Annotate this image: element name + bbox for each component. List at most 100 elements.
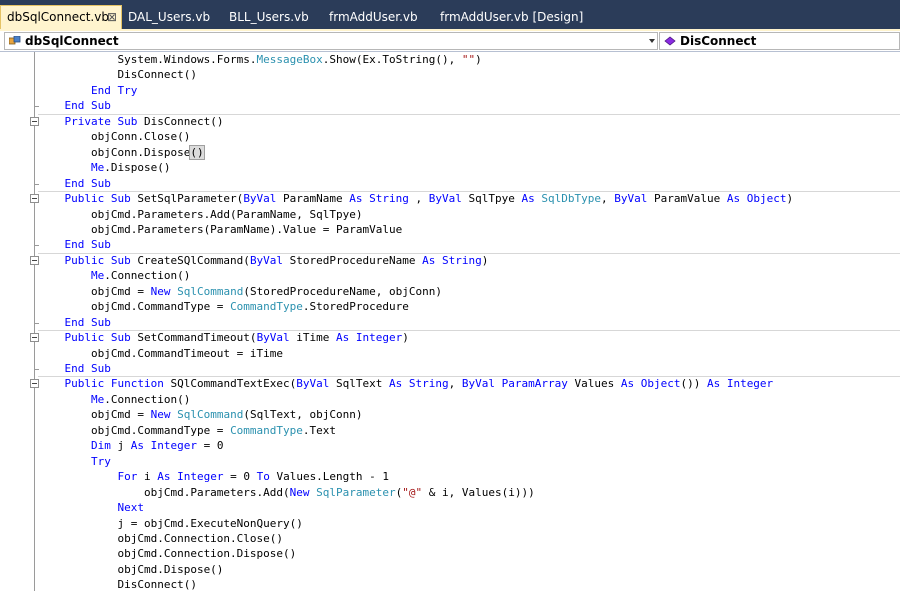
code-token: ByVal bbox=[256, 331, 290, 345]
code-token: objCmd = bbox=[38, 284, 151, 298]
outline-end-tick bbox=[34, 106, 39, 108]
code-line[interactable]: Public Sub CreateSQlCommand(ByVal Stored… bbox=[38, 253, 488, 268]
code-line[interactable]: objCmd.Dispose() bbox=[38, 562, 223, 577]
text-caret bbox=[203, 146, 205, 160]
code-line[interactable]: objCmd = New SqlCommand(StoredProcedureN… bbox=[38, 284, 442, 299]
collapse-icon[interactable] bbox=[30, 116, 39, 126]
code-token: DisConnect() bbox=[38, 68, 197, 82]
tab-dbsqlconnect[interactable]: dbSqlConnect.vb ⊠ bbox=[0, 5, 122, 29]
code-token: objCmd.Connection.Close() bbox=[38, 531, 284, 545]
code-line[interactable]: objCmd.CommandType = CommandType.StoredP… bbox=[38, 299, 409, 314]
procedure-separator bbox=[38, 252, 900, 254]
code-line[interactable]: System.Windows.Forms.MessageBox.Show(Ex.… bbox=[38, 52, 481, 67]
code-line[interactable]: End Sub bbox=[38, 176, 110, 191]
code-line[interactable]: DisConnect() bbox=[38, 67, 197, 82]
collapse-icon[interactable] bbox=[30, 255, 39, 265]
code-token: ParamValue bbox=[647, 192, 727, 206]
code-line[interactable]: objCmd = New SqlCommand(SqlText, objConn… bbox=[38, 407, 363, 422]
code-token: ByVal bbox=[243, 192, 277, 206]
code-line[interactable]: Me.Connection() bbox=[38, 268, 190, 283]
code-token: objCmd.Dispose() bbox=[38, 562, 224, 576]
outlining-line bbox=[34, 52, 35, 591]
code-line[interactable]: objCmd.Parameters.Add(ParamName, SqlTpye… bbox=[38, 207, 363, 222]
code-token: SqlText bbox=[329, 377, 390, 391]
tab-frmadduser[interactable]: frmAddUser.vb bbox=[329, 6, 418, 29]
code-token: ParamName bbox=[276, 192, 350, 206]
code-line[interactable]: Me.Connection() bbox=[38, 392, 190, 407]
code-token: As Integer bbox=[157, 470, 224, 484]
code-token: ByVal bbox=[428, 192, 462, 206]
code-line[interactable]: objCmd.Connection.Close() bbox=[38, 531, 283, 546]
code-token: Me bbox=[38, 269, 105, 283]
code-token: ()) bbox=[680, 377, 707, 391]
code-line[interactable]: objCmd.CommandType = CommandType.Text bbox=[38, 423, 336, 438]
code-token: As Integer bbox=[336, 331, 403, 345]
code-line[interactable]: End Sub bbox=[38, 315, 110, 330]
code-token: SqlTpye bbox=[461, 192, 522, 206]
code-token: = 0 bbox=[196, 439, 224, 453]
code-token: ByVal bbox=[296, 377, 330, 391]
code-token: Public Function bbox=[38, 377, 164, 391]
code-line[interactable]: End Sub bbox=[38, 237, 110, 252]
code-line[interactable]: Private Sub DisConnect() bbox=[38, 114, 223, 129]
code-line[interactable]: End Sub bbox=[38, 361, 110, 376]
outline-end-tick bbox=[34, 183, 39, 185]
code-line[interactable]: For i As Integer = 0 To Values.Length - … bbox=[38, 469, 389, 484]
collapse-icon[interactable] bbox=[30, 379, 39, 389]
code-line[interactable]: Dim j As Integer = 0 bbox=[38, 438, 224, 453]
code-line[interactable]: DisConnect() bbox=[38, 577, 196, 591]
code-line[interactable]: Public Sub SetCommandTimeout(ByVal iTime… bbox=[38, 330, 408, 345]
member-combo[interactable]: DisConnect bbox=[659, 32, 900, 50]
code-line[interactable]: objCmd.CommandTimeout = iTime bbox=[38, 346, 283, 361]
code-token: objCmd.Parameters.Add( bbox=[38, 485, 290, 499]
code-token: ByVal bbox=[249, 253, 284, 267]
code-token: objCmd.Parameters.Add(ParamName, SqlTpye… bbox=[38, 207, 363, 221]
close-icon[interactable]: ⊠ bbox=[107, 6, 117, 28]
code-line[interactable]: End Sub bbox=[38, 98, 110, 113]
tab-frmadduser-design[interactable]: frmAddUser.vb [Design] bbox=[440, 6, 583, 29]
code-token: New bbox=[150, 284, 171, 298]
code-token: SqlParameter bbox=[316, 485, 396, 499]
code-token: = 0 bbox=[223, 470, 257, 484]
code-line[interactable]: objCmd.Connection.Dispose() bbox=[38, 546, 296, 561]
code-line[interactable]: Try bbox=[38, 454, 111, 469]
code-line[interactable]: objCmd.Parameters(ParamName).Value = Par… bbox=[38, 222, 402, 237]
code-token: MessageBox bbox=[256, 53, 323, 66]
code-token: (SqlText, objConn) bbox=[243, 408, 363, 422]
code-line[interactable]: objConn.Close() bbox=[38, 129, 190, 144]
class-combo[interactable]: dbSqlConnect bbox=[4, 32, 658, 50]
code-token: As String bbox=[389, 377, 449, 391]
code-token: Public Sub bbox=[38, 192, 131, 206]
tab-label: BLL_Users.vb bbox=[229, 10, 309, 24]
code-token: SetSqlParameter( bbox=[130, 192, 244, 206]
method-icon bbox=[664, 36, 676, 46]
code-token: SqlDbType bbox=[541, 192, 601, 206]
outline-end-tick bbox=[34, 369, 39, 370]
code-line[interactable]: Public Function SQlCommandTextExec(ByVal… bbox=[38, 376, 773, 391]
tab-bll-users[interactable]: BLL_Users.vb bbox=[229, 6, 309, 29]
member-combo-label: DisConnect bbox=[680, 34, 757, 48]
code-token: Dim bbox=[38, 439, 111, 453]
code-line[interactable]: End Try bbox=[38, 83, 137, 98]
code-token: objCmd = bbox=[38, 408, 151, 422]
code-token: , bbox=[448, 377, 462, 391]
code-token: SqlCommand bbox=[177, 408, 244, 422]
navigation-bar: dbSqlConnect DisConnect bbox=[0, 31, 900, 52]
collapse-icon[interactable] bbox=[30, 194, 39, 204]
code-token: ) bbox=[481, 253, 489, 267]
tab-dal-users[interactable]: DAL_Users.vb bbox=[128, 6, 210, 29]
code-line[interactable]: Next bbox=[38, 500, 144, 515]
code-line[interactable]: j = objCmd.ExecuteNonQuery() bbox=[38, 516, 302, 531]
collapse-icon[interactable] bbox=[30, 333, 39, 343]
code-line[interactable]: objCmd.Parameters.Add(New SqlParameter("… bbox=[38, 485, 535, 500]
code-token: CreateSQlCommand( bbox=[130, 253, 250, 267]
code-line[interactable]: Me.Dispose() bbox=[38, 160, 171, 175]
code-token: CommandType bbox=[230, 423, 303, 437]
code-line[interactable]: Public Sub SetSqlParameter(ByVal ParamNa… bbox=[38, 191, 793, 206]
code-line[interactable]: objConn.Dispose() bbox=[38, 144, 205, 160]
code-token: .Connection() bbox=[104, 269, 191, 283]
code-editor[interactable]: System.Windows.Forms.MessageBox.Show(Ex.… bbox=[0, 52, 900, 591]
outline-end-tick bbox=[34, 322, 39, 324]
code-token: As Integer bbox=[130, 439, 197, 453]
chevron-down-icon[interactable] bbox=[649, 39, 655, 43]
